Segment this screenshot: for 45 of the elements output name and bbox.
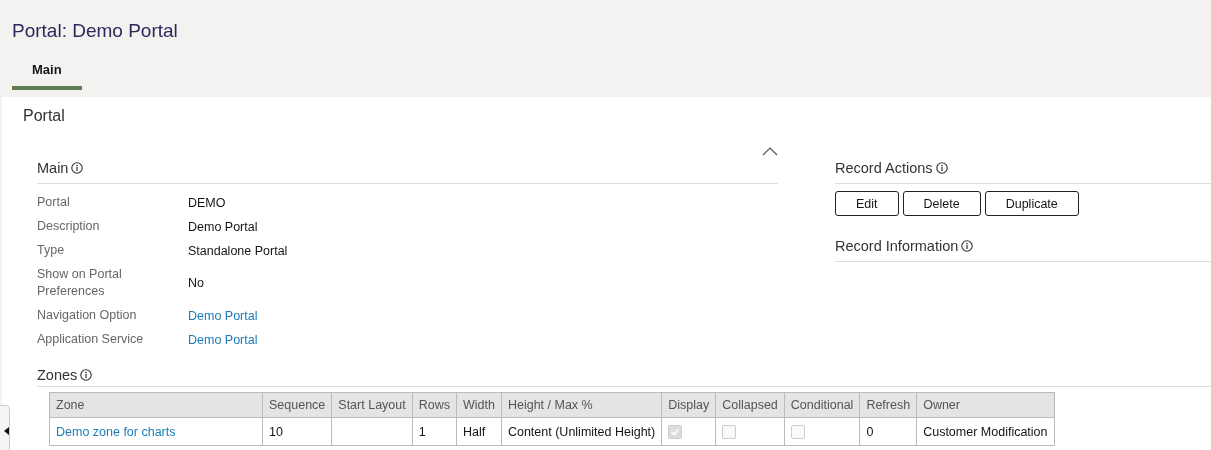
section-heading: Record Information — [835, 238, 959, 254]
field-label: Type — [37, 242, 66, 259]
field-label: Show on Portal Preferences — [37, 266, 123, 300]
section-heading: Main — [37, 160, 69, 176]
field-label: Portal — [37, 194, 71, 211]
field-label: Application Service — [37, 331, 145, 348]
section-heading: Zones — [37, 367, 78, 383]
field-label: Description — [37, 218, 101, 235]
column-header: Display — [661, 392, 716, 418]
column-header: Start Layout — [331, 392, 413, 418]
column-header: Collapsed — [715, 392, 785, 418]
column-header: Height / Max % — [501, 392, 662, 418]
section-title: Portal — [23, 107, 65, 125]
action-button[interactable]: Delete — [902, 191, 981, 216]
column-header: Rows — [412, 392, 457, 418]
info-icon[interactable] — [935, 162, 948, 174]
tab[interactable]: Main — [12, 62, 82, 90]
info-icon[interactable] — [71, 162, 84, 174]
column-header: Refresh — [859, 392, 917, 418]
column-header: Conditional — [784, 392, 860, 418]
info-icon[interactable] — [961, 240, 974, 252]
action-button[interactable]: Edit — [835, 191, 899, 216]
column-header: Zone — [49, 392, 263, 418]
table-cell: Half — [456, 417, 502, 446]
page-title: Portal: Demo Portal — [12, 20, 178, 42]
table-cell: Content (Unlimited Height) — [501, 417, 662, 446]
table-cell: 10 — [262, 417, 332, 446]
table-cell: 0 — [859, 417, 917, 446]
field-value: Demo Portal — [188, 219, 258, 234]
field-link[interactable]: Demo Portal — [188, 308, 258, 323]
field-value: Standalone Portal — [188, 243, 288, 258]
field-value: DEMO — [188, 195, 226, 210]
section-heading: Record Actions — [835, 160, 933, 176]
table-cell: 1 — [412, 417, 457, 446]
column-header: Owner — [916, 392, 1054, 418]
action-button[interactable]: Duplicate — [984, 191, 1079, 216]
field-label: Navigation Option — [37, 307, 138, 324]
zone-link[interactable]: Demo zone for charts — [49, 417, 263, 446]
collapse-chevron-icon[interactable] — [762, 147, 778, 156]
field-link[interactable]: Demo Portal — [188, 332, 258, 347]
info-icon[interactable] — [80, 369, 93, 381]
column-header: Sequence — [262, 392, 332, 418]
field-value: No — [188, 276, 204, 290]
table-cell: Customer Modification — [916, 417, 1054, 446]
column-header: Width — [456, 392, 502, 418]
